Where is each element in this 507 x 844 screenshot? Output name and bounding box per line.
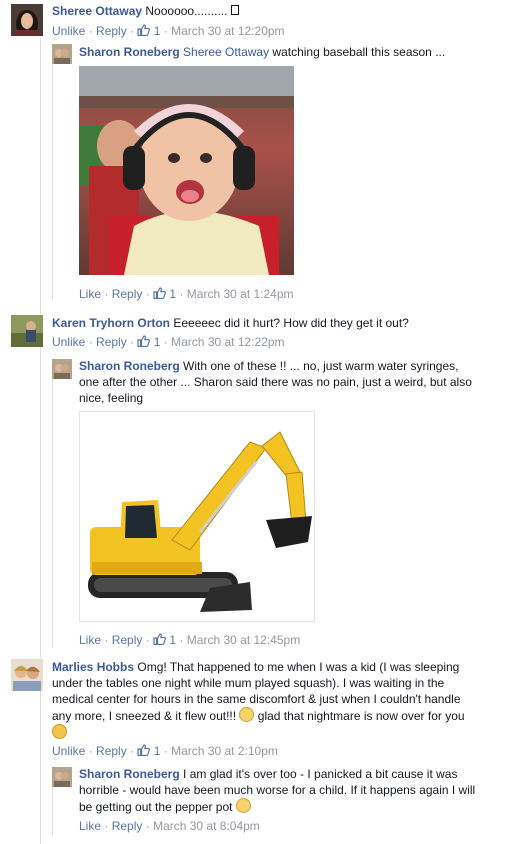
reply-comment: Sharon Roneberg With one of these !! ...… bbox=[0, 354, 507, 654]
comment: Karen Tryhorn Orton Eeeeeec did it hurt?… bbox=[0, 310, 507, 354]
excavator-photo[interactable] bbox=[79, 411, 315, 622]
comment-timestamp[interactable]: March 30 at 2:10pm bbox=[171, 744, 278, 758]
comment-timestamp[interactable]: March 30 at 12:45pm bbox=[187, 633, 300, 647]
unlike-link[interactable]: Unlike bbox=[52, 335, 85, 349]
reply-comment: Sharon Roneberg Sheree Ottaway watching … bbox=[0, 40, 507, 304]
reply-link[interactable]: Reply bbox=[96, 24, 127, 38]
thumbs-up-icon bbox=[137, 24, 151, 36]
like-link[interactable]: Like bbox=[79, 633, 101, 647]
comment-body: Marlies Hobbs Omg! That happened to me w… bbox=[52, 659, 472, 741]
comment-text: watching baseball this season ... bbox=[272, 45, 446, 59]
thumbs-up-icon bbox=[153, 287, 167, 299]
comment-body: Sharon Roneberg Sheree Ottaway watching … bbox=[79, 44, 489, 60]
comment-body: Sharon Roneberg With one of these !! ...… bbox=[79, 358, 479, 406]
comment-actions: Unlike · Reply · 1 · March 30 at 12:22pm bbox=[52, 334, 285, 350]
comment-actions: Like · Reply · 1 · March 30 at 1:24pm bbox=[79, 286, 294, 302]
comment-text: Eeeeeec did it hurt? How did they get it… bbox=[173, 316, 409, 330]
avatar[interactable] bbox=[52, 44, 72, 64]
comment-timestamp[interactable]: March 30 at 12:20pm bbox=[171, 24, 284, 38]
comment: Sheree Ottaway Noooooo.......... Unlike … bbox=[0, 0, 507, 40]
comment-timestamp[interactable]: March 30 at 12:22pm bbox=[171, 335, 284, 349]
reply-link[interactable]: Reply bbox=[112, 287, 143, 301]
squint-emoji-icon bbox=[235, 798, 251, 813]
unknown-glyph-icon bbox=[230, 5, 239, 15]
thumbs-up-icon bbox=[137, 744, 151, 756]
comment-author[interactable]: Marlies Hobbs bbox=[52, 660, 134, 674]
comment-timestamp[interactable]: March 30 at 1:24pm bbox=[187, 287, 294, 301]
thumbs-up-icon bbox=[137, 335, 151, 347]
thumbs-up-icon bbox=[153, 633, 167, 645]
comment-body: Sheree Ottaway Noooooo.......... bbox=[52, 3, 492, 19]
avatar[interactable] bbox=[11, 4, 43, 36]
like-count[interactable]: 1 bbox=[153, 286, 176, 302]
like-link[interactable]: Like bbox=[79, 287, 101, 301]
comment-author[interactable]: Sharon Roneberg bbox=[79, 767, 180, 781]
reply-link[interactable]: Reply bbox=[96, 744, 127, 758]
unsure-emoji-icon bbox=[239, 707, 255, 722]
comment-author[interactable]: Karen Tryhorn Orton bbox=[52, 316, 170, 330]
comment-text-continued: glad that nightmare is now over for you bbox=[257, 709, 465, 723]
smile-emoji-icon bbox=[52, 724, 67, 739]
avatar[interactable] bbox=[11, 315, 43, 347]
reply-comment: Sharon Roneberg I am glad it's over too … bbox=[0, 762, 507, 844]
like-count[interactable]: 1 bbox=[137, 743, 160, 759]
comment-author[interactable]: Sheree Ottaway bbox=[52, 4, 142, 18]
avatar[interactable] bbox=[52, 767, 72, 787]
comment-actions: Unlike · Reply · 1 · March 30 at 12:20pm bbox=[52, 23, 285, 39]
avatar[interactable] bbox=[11, 659, 43, 691]
unlike-link[interactable]: Unlike bbox=[52, 24, 85, 38]
comment-body: Karen Tryhorn Orton Eeeeeec did it hurt?… bbox=[52, 315, 492, 331]
reply-link[interactable]: Reply bbox=[112, 819, 143, 833]
like-count[interactable]: 1 bbox=[153, 632, 176, 648]
comment-author[interactable]: Sharon Roneberg bbox=[79, 45, 180, 59]
comment-body: Sharon Roneberg I am glad it's over too … bbox=[79, 766, 484, 815]
comment-author[interactable]: Sharon Roneberg bbox=[79, 359, 180, 373]
comment: Marlies Hobbs Omg! That happened to me w… bbox=[0, 654, 507, 762]
avatar[interactable] bbox=[52, 359, 72, 379]
comment-actions: Like · Reply · March 30 at 8:04pm bbox=[79, 819, 260, 833]
tagged-user[interactable]: Sheree Ottaway bbox=[183, 45, 269, 59]
unlike-link[interactable]: Unlike bbox=[52, 744, 85, 758]
comment-timestamp[interactable]: March 30 at 8:04pm bbox=[153, 819, 260, 833]
reply-link[interactable]: Reply bbox=[112, 633, 143, 647]
reply-link[interactable]: Reply bbox=[96, 335, 127, 349]
like-link[interactable]: Like bbox=[79, 819, 101, 833]
like-count[interactable]: 1 bbox=[137, 334, 160, 350]
like-count[interactable]: 1 bbox=[137, 23, 160, 39]
baby-headphones-photo[interactable] bbox=[79, 66, 294, 275]
comment-actions: Like · Reply · 1 · March 30 at 12:45pm bbox=[79, 632, 301, 648]
comment-actions: Unlike · Reply · 1 · March 30 at 2:10pm bbox=[52, 743, 278, 759]
comment-text: Noooooo.......... bbox=[145, 4, 228, 18]
